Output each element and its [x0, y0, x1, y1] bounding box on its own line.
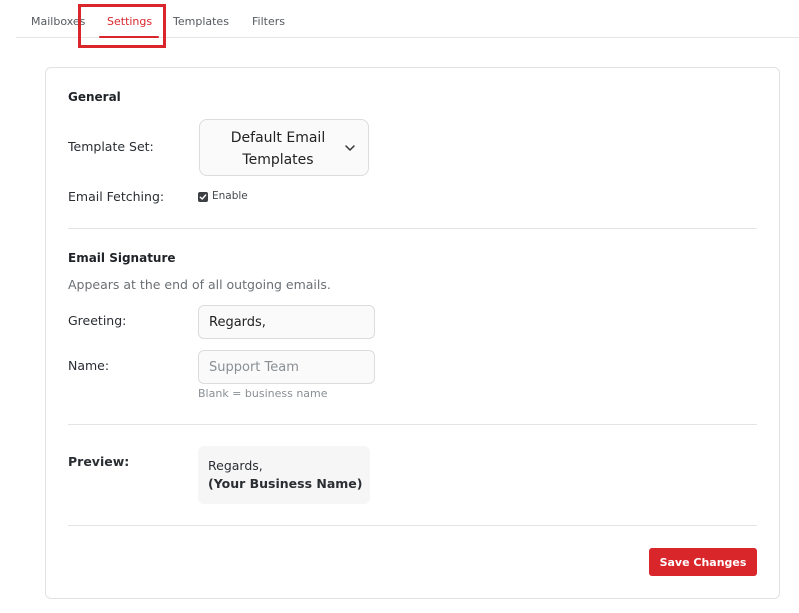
email-fetching-enable-label[interactable]: Enable [212, 190, 248, 202]
email-fetching-label: Email Fetching: [68, 189, 165, 204]
section-divider [68, 228, 757, 229]
template-set-label: Template Set: [68, 139, 154, 154]
preview-business-name: (Your Business Name) [208, 476, 363, 491]
preview-greeting: Regards, [208, 458, 263, 473]
tab-filters[interactable]: Filters [252, 15, 285, 28]
chevron-down-icon [345, 145, 355, 151]
email-signature-description: Appears at the end of all outgoing email… [68, 277, 331, 292]
email-signature-section-title: Email Signature [68, 251, 176, 265]
template-set-select[interactable]: Default Email Templates [199, 119, 369, 176]
check-icon [199, 194, 207, 200]
preview-label: Preview: [68, 454, 130, 469]
name-hint: Blank = business name [198, 387, 328, 400]
section-divider [68, 525, 757, 526]
signature-preview: Regards, (Your Business Name) [198, 446, 370, 504]
section-divider [68, 424, 757, 425]
tab-templates[interactable]: Templates [173, 15, 229, 28]
name-input[interactable] [198, 350, 375, 384]
general-section-title: General [68, 90, 121, 104]
template-set-value: Default Email Templates [230, 130, 326, 168]
settings-card [45, 67, 780, 599]
email-fetching-checkbox[interactable] [198, 192, 208, 202]
name-label: Name: [68, 358, 110, 373]
settings-tab-highlight [78, 4, 166, 48]
save-changes-button[interactable]: Save Changes [649, 548, 757, 576]
greeting-label: Greeting: [68, 313, 127, 328]
greeting-input[interactable] [198, 305, 375, 339]
